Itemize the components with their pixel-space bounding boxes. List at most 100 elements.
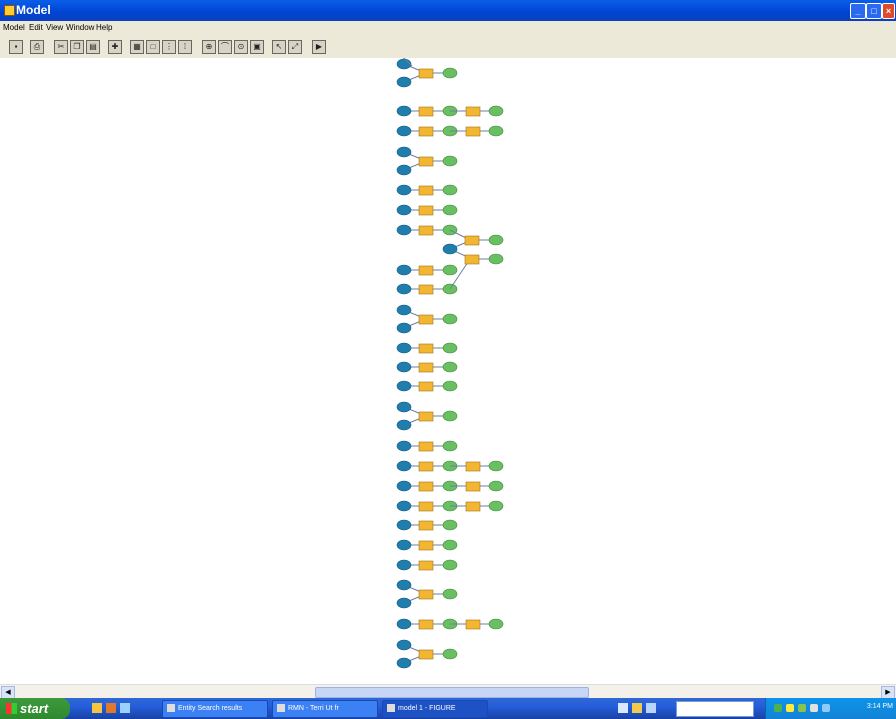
- output-data-node[interactable]: [488, 460, 504, 472]
- output-data-node[interactable]: [442, 361, 458, 373]
- output-data-node[interactable]: [488, 234, 504, 246]
- output-data-node[interactable]: [442, 67, 458, 79]
- input-data-node[interactable]: [396, 519, 412, 531]
- output-data-node[interactable]: [442, 380, 458, 392]
- input-data-node[interactable]: [396, 283, 412, 295]
- output-data-node[interactable]: [442, 155, 458, 167]
- horizontal-scrollbar[interactable]: ◀ ▶: [0, 684, 896, 699]
- input-data-node[interactable]: [396, 500, 412, 512]
- cut-icon[interactable]: ✂: [54, 40, 68, 54]
- output-data-node[interactable]: [442, 588, 458, 600]
- tray-security-icon[interactable]: [786, 704, 794, 712]
- tray-antivirus-icon[interactable]: [798, 704, 806, 712]
- tool-node[interactable]: [418, 225, 434, 236]
- tool-node[interactable]: [418, 68, 434, 79]
- input-data-node[interactable]: [396, 125, 412, 137]
- output-data-node[interactable]: [442, 204, 458, 216]
- tray-network-icon[interactable]: [774, 704, 782, 712]
- tool-node[interactable]: [418, 441, 434, 452]
- pan-icon[interactable]: ⌒: [218, 40, 232, 54]
- tool-node[interactable]: [418, 649, 434, 660]
- grid-view-icon[interactable]: ▦: [130, 40, 144, 54]
- tool-node[interactable]: [464, 254, 480, 265]
- input-data-node[interactable]: [396, 146, 412, 158]
- help-icon[interactable]: [646, 703, 656, 713]
- tool-node[interactable]: [465, 501, 481, 512]
- zoom-in-icon[interactable]: ⊕: [202, 40, 216, 54]
- tool-node[interactable]: [418, 126, 434, 137]
- output-data-node[interactable]: [442, 264, 458, 276]
- output-data-node[interactable]: [442, 410, 458, 422]
- select-all-icon[interactable]: ⁞: [178, 40, 192, 54]
- tool-node[interactable]: [418, 501, 434, 512]
- input-data-node[interactable]: [396, 639, 412, 651]
- menu-view[interactable]: View: [46, 23, 63, 32]
- input-data-node[interactable]: [396, 440, 412, 452]
- tool-node[interactable]: [418, 314, 434, 325]
- tool-node[interactable]: [464, 235, 480, 246]
- tool-node[interactable]: [465, 481, 481, 492]
- select-icon[interactable]: ⋮: [162, 40, 176, 54]
- maximize-button[interactable]: □: [866, 3, 882, 19]
- close-button[interactable]: ×: [882, 3, 895, 19]
- zoom-icon[interactable]: ⊙: [234, 40, 248, 54]
- input-data-node[interactable]: [396, 342, 412, 354]
- input-data-node[interactable]: [396, 657, 412, 669]
- tool-node[interactable]: [418, 411, 434, 422]
- input-data-node[interactable]: [396, 184, 412, 196]
- language-icon[interactable]: [618, 703, 628, 713]
- task-button-search[interactable]: Entity Search results: [162, 700, 268, 718]
- input-data-node[interactable]: [396, 460, 412, 472]
- tool-node[interactable]: [418, 156, 434, 167]
- copy-icon[interactable]: ❐: [70, 40, 84, 54]
- pointer-icon[interactable]: ↖: [272, 40, 286, 54]
- quicklaunch-media-icon[interactable]: [106, 703, 116, 713]
- tool-node[interactable]: [465, 619, 481, 630]
- address-bar-input[interactable]: [676, 701, 754, 717]
- output-data-node[interactable]: [488, 105, 504, 117]
- task-button-model[interactable]: model 1 - FIGURE: [382, 700, 488, 718]
- output-data-node[interactable]: [488, 125, 504, 137]
- input-data-node[interactable]: [396, 618, 412, 630]
- keyboard-icon[interactable]: [632, 703, 642, 713]
- tool-node[interactable]: [465, 461, 481, 472]
- output-data-node[interactable]: [442, 648, 458, 660]
- add-data-icon[interactable]: ✚: [108, 40, 122, 54]
- input-data-node[interactable]: [396, 264, 412, 276]
- model-canvas[interactable]: [0, 58, 896, 684]
- input-data-node[interactable]: [396, 361, 412, 373]
- output-data-node[interactable]: [442, 313, 458, 325]
- tool-node[interactable]: [418, 362, 434, 373]
- tool-node[interactable]: [418, 619, 434, 630]
- tool-node[interactable]: [418, 381, 434, 392]
- tool-node[interactable]: [465, 126, 481, 137]
- tray-update-icon[interactable]: [822, 704, 830, 712]
- output-data-node[interactable]: [442, 559, 458, 571]
- connect-icon[interactable]: ⤢: [288, 40, 302, 54]
- run-icon[interactable]: ▶: [312, 40, 326, 54]
- quicklaunch-browser-icon[interactable]: [120, 703, 130, 713]
- input-data-node[interactable]: [396, 322, 412, 334]
- tray-volume-icon[interactable]: [810, 704, 818, 712]
- output-data-node[interactable]: [442, 342, 458, 354]
- full-extent-icon[interactable]: □: [146, 40, 160, 54]
- print-icon[interactable]: ⎙: [30, 40, 44, 54]
- quicklaunch-folder-icon[interactable]: [92, 703, 102, 713]
- output-data-node[interactable]: [442, 519, 458, 531]
- output-data-node[interactable]: [488, 618, 504, 630]
- tool-node[interactable]: [418, 284, 434, 295]
- input-data-node[interactable]: [396, 380, 412, 392]
- tool-node[interactable]: [418, 520, 434, 531]
- tool-node[interactable]: [418, 205, 434, 216]
- menu-model[interactable]: Model: [3, 23, 25, 32]
- paste-icon[interactable]: ▤: [86, 40, 100, 54]
- minimize-button[interactable]: _: [850, 3, 866, 19]
- task-button-word[interactable]: RMN - Terri Ut fr: [272, 700, 378, 718]
- menu-window[interactable]: Window: [66, 23, 94, 32]
- output-data-node[interactable]: [442, 184, 458, 196]
- scroll-thumb[interactable]: [315, 687, 589, 698]
- tool-node[interactable]: [418, 343, 434, 354]
- input-data-node[interactable]: [396, 304, 412, 316]
- output-data-node[interactable]: [442, 440, 458, 452]
- tool-node[interactable]: [418, 540, 434, 551]
